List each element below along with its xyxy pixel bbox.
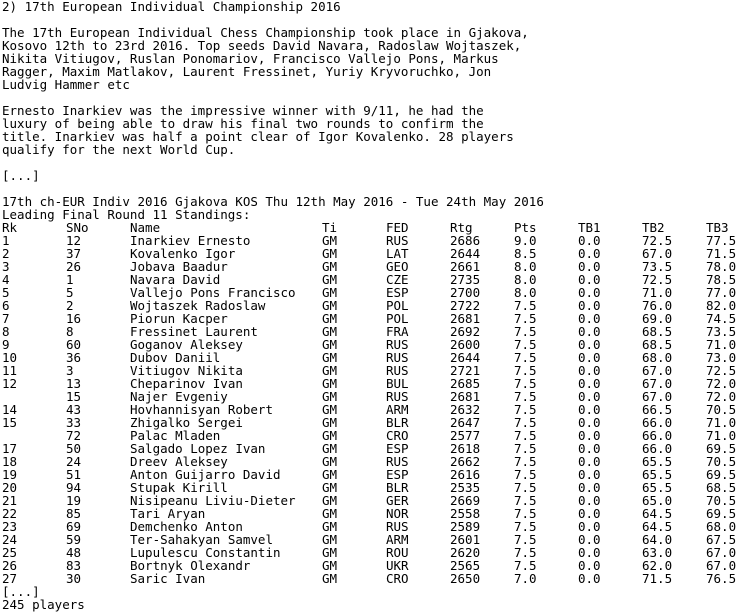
table-row: 9 60 Goganov Aleksey GM RUS 2600 7.5 0.0 68.5 71.… (2, 338, 742, 351)
table-row: 22 85 Tari Aryan GM NOR 2558 7.5 0.0 64.5 69.5 (2, 507, 742, 520)
table-row: 12 13 Cheparinov Ivan GM BUL 2685 7.5 0.0 67.0 72… (2, 377, 742, 390)
players-count: 245 players (2, 597, 85, 612)
cell-pts: 7.0 (514, 571, 537, 586)
table-row: 19 51 Anton Guijarro David GM ESP 2616 7.5 0.0 6… (2, 468, 742, 481)
table-row: 6 2 Wojtaszek Radoslaw GM POL 2722 7.5 0.0 76.0 8… (2, 299, 742, 312)
cell-rk: 12 (2, 376, 18, 391)
table-row: 3 26 Jobava Baadur GM GEO 2661 8.0 0.0 73.5 78.0 (2, 260, 742, 273)
table-row: 5 5 Vallejo Pons Francisco GM ESP 2700 8.0 0.0 7… (2, 286, 742, 299)
intro-paragraph: The 17th European Individual Chess Champ… (2, 26, 742, 91)
paragraph-line: Ludvig Hammer etc (2, 77, 130, 92)
cell-tb2: 71.5 (642, 571, 673, 586)
paragraph-line: qualify for the next World Cup. (2, 142, 236, 157)
table-body: 1 12 Inarkiev Ernesto GM RUS 2686 9.0 0.0 72.5 77… (2, 234, 742, 585)
table-row: 8 8 Fressinet Laurent GM FRA 2692 7.5 0.0 68.5 73… (2, 325, 742, 338)
table-row: 15 33 Zhigalko Sergei GM BLR 2647 7.5 0.0 66.0 71… (2, 416, 742, 429)
cell-name: Saric Ivan (130, 571, 206, 586)
table-row: 24 59 Ter-Sahakyan Samvel GM ARM 2601 7.5 0.0 64… (2, 533, 742, 546)
cell-rk: 15 (2, 415, 18, 430)
cell-ti: GM (322, 571, 338, 586)
ellipsis-top: [...] (2, 168, 40, 183)
table-row: 21 19 Nisipeanu Liviu-Dieter GM GER 2669 7.5 0.… (2, 494, 742, 507)
table-row: 10 36 Dubov Daniil GM RUS 2644 7.5 0.0 68.0 73.0 (2, 351, 742, 364)
cell-rk: 27 (2, 571, 18, 586)
table-row: 4 1 Navara David GM CZE 2735 8.0 0.0 72.5 78.5 (2, 273, 742, 286)
cell-sno: 30 (66, 571, 82, 586)
cell-rtg: 2650 (450, 571, 481, 586)
table-row: 26 83 Bortnyk Olexandr GM UKR 2565 7.5 0.0 62.0 6… (2, 559, 742, 572)
table-row: 14 43 Hovhannisyan Robert GM ARM 2632 7.5 0.0 66… (2, 403, 742, 416)
table-row: 23 69 Demchenko Anton GM RUS 2589 7.5 0.0 64.5 68… (2, 520, 742, 533)
table-row: 11 3 Vitiugov Nikita GM RUS 2721 7.5 0.0 67.0 72.… (2, 364, 742, 377)
table-row: 27 30 Saric Ivan GM CRO 2650 7.0 0.0 71.5 76.5 (2, 572, 742, 585)
table-row: 15 Najer Evgeniy GM RUS 2681 7.5 0.0 67.0 72.0 (2, 390, 742, 403)
winner-paragraph: Ernesto Inarkiev was the impressive winn… (2, 104, 742, 156)
table-row: 18 24 Dreev Aleksey GM RUS 2662 7.5 0.0 65.5 70.5 (2, 455, 742, 468)
cell-fed: CRO (386, 571, 409, 586)
table-header-row: Rk SNo Name Ti FED Rtg Pts TB1 TB2 TB3 (2, 221, 742, 234)
table-row: 2 37 Kovalenko Igor GM LAT 2644 8.5 0.0 67.0 71.5 (2, 247, 742, 260)
table-row: 25 48 Lupulescu Constantin GM ROU 2620 7.5 0.0 6… (2, 546, 742, 559)
standings-table: Rk SNo Name Ti FED Rtg Pts TB1 TB2 TB3 1… (2, 221, 742, 585)
table-row: 17 50 Salgado Lopez Ivan GM ESP 2618 7.5 0.0 66.… (2, 442, 742, 455)
cell-tb3: 76.5 (706, 571, 737, 586)
table-row: 7 16 Piorun Kacper GM POL 2681 7.5 0.0 69.0 74.5 (2, 312, 742, 325)
table-row: 72 Palac Mladen GM CRO 2577 7.5 0.0 66.0 71.0 (2, 429, 742, 442)
section-heading: 2) 17th European Individual Championship… (2, 0, 341, 14)
document-page: 2) 17th European Individual Championship… (2, 0, 742, 611)
standings-title: Leading Final Round 11 Standings: (2, 207, 251, 222)
ellipsis-bottom: [...] (2, 584, 40, 599)
table-row: 1 12 Inarkiev Ernesto GM RUS 2686 9.0 0.0 72.5 77… (2, 234, 742, 247)
cell-tb1: 0.0 (578, 571, 601, 586)
table-row: 20 94 Stupak Kirill GM BLR 2535 7.5 0.0 65.5 68.5 (2, 481, 742, 494)
